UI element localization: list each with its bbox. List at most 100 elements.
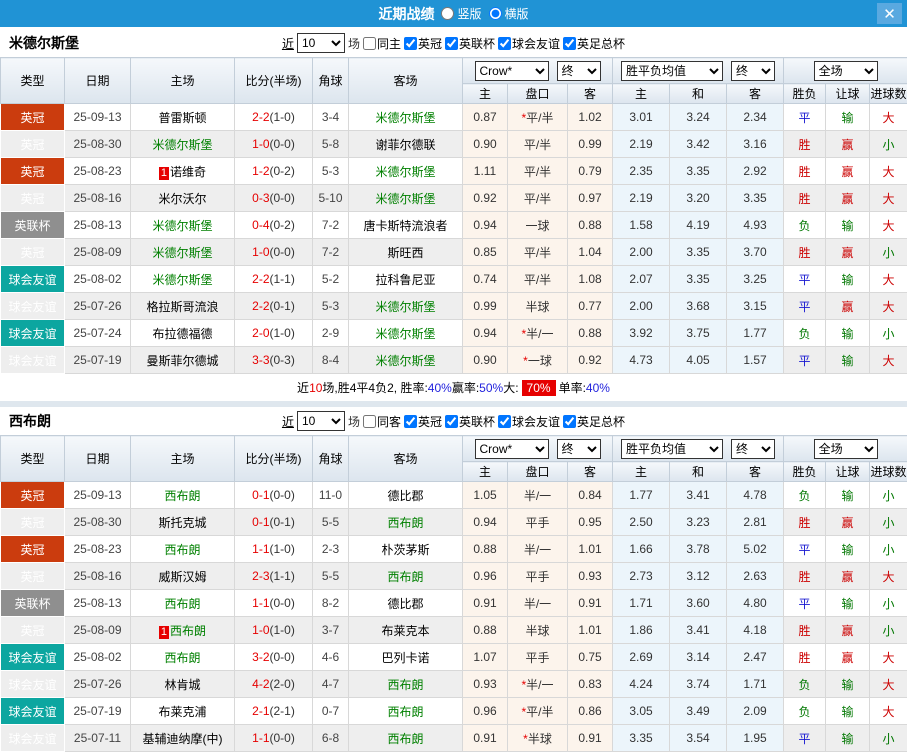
- team1-name: 米德尔斯堡: [9, 33, 79, 53]
- same-away-option[interactable]: 同客: [363, 413, 401, 430]
- match-row: 英冠25-08-231诺维奇1-2(0-2)5-3米德尔斯堡1.11平/半0.7…: [1, 158, 907, 185]
- odds-home: 0.94: [463, 320, 508, 347]
- fullmatch-select[interactable]: 全场: [814, 439, 878, 459]
- avg-away: 3.15: [727, 293, 784, 320]
- match-row: 球会友谊25-07-26林肯城4-2(2-0)4-7西布朗0.93*半/一0.8…: [1, 671, 907, 698]
- match-row: 英冠25-08-23西布朗1-1(1-0)2-3朴茨茅斯0.88半/一1.011…: [1, 536, 907, 563]
- league-cup-option[interactable]: 英联杯: [445, 35, 495, 52]
- odds-final-select[interactable]: 终: [557, 439, 601, 459]
- league-cup-checkbox[interactable]: [445, 415, 458, 428]
- result-outcome: 平: [784, 347, 826, 374]
- league-cup-checkbox[interactable]: [445, 37, 458, 50]
- away-team: 米德尔斯堡: [349, 104, 463, 131]
- vertical-layout-option[interactable]: 竖版: [441, 5, 481, 22]
- match-count-select[interactable]: 10: [297, 411, 345, 431]
- home-team: 格拉斯哥流浪: [131, 293, 235, 320]
- match-count-select[interactable]: 10: [297, 33, 345, 53]
- friendly-checkbox[interactable]: [498, 415, 511, 428]
- league-championship-option[interactable]: 英冠: [404, 413, 442, 430]
- home-team: 普雷斯顿: [131, 104, 235, 131]
- goals-result: 大: [870, 563, 907, 590]
- league-badge: 英冠: [1, 617, 65, 644]
- match-date: 25-08-13: [65, 590, 131, 617]
- league-badge: 英冠: [1, 509, 65, 536]
- same-home-option[interactable]: 同主: [363, 35, 401, 52]
- fullmatch-select[interactable]: 全场: [814, 61, 878, 81]
- odds-away: 0.88: [568, 320, 613, 347]
- avg-type-select[interactable]: 胜平负均值: [621, 439, 723, 459]
- avg-draw: 3.20: [670, 185, 727, 212]
- league-cup-option[interactable]: 英联杯: [445, 413, 495, 430]
- same-away-checkbox[interactable]: [363, 415, 376, 428]
- avg-home: 1.77: [613, 482, 670, 509]
- home-team: 林肯城: [131, 671, 235, 698]
- away-team: 西布朗: [349, 725, 463, 752]
- col-score: 比分(半场): [235, 436, 313, 482]
- away-team: 西布朗: [349, 509, 463, 536]
- avg-type-select[interactable]: 胜平负均值: [621, 61, 723, 81]
- friendly-checkbox[interactable]: [498, 37, 511, 50]
- away-team: 米德尔斯堡: [349, 185, 463, 212]
- odds-away: 0.95: [568, 509, 613, 536]
- match-row: 球会友谊25-07-19布莱克浦2-1(2-1)0-7西布朗0.96*平/半0.…: [1, 698, 907, 725]
- league-badge: 英冠: [1, 185, 65, 212]
- odds-provider-select[interactable]: Crow*: [475, 439, 549, 459]
- odds-away: 0.93: [568, 563, 613, 590]
- match-row: 球会友谊25-08-02米德尔斯堡2-2(1-1)5-2拉科鲁尼亚0.74平/半…: [1, 266, 907, 293]
- fa-cup-option[interactable]: 英足总杯: [563, 35, 625, 52]
- odds-home: 0.96: [463, 563, 508, 590]
- league-badge: 英冠: [1, 536, 65, 563]
- league-championship-checkbox[interactable]: [404, 37, 417, 50]
- avg-home: 3.01: [613, 104, 670, 131]
- avg-draw: 3.54: [670, 725, 727, 752]
- corner-score: 5-2: [313, 266, 349, 293]
- away-team: 米德尔斯堡: [349, 320, 463, 347]
- odds-away: 0.91: [568, 725, 613, 752]
- match-row: 球会友谊25-07-26格拉斯哥流浪2-2(0-1)5-3米德尔斯堡0.99半球…: [1, 293, 907, 320]
- near-link[interactable]: 近: [282, 413, 294, 430]
- handicap-result: 输: [826, 698, 870, 725]
- odds-home: 0.88: [463, 536, 508, 563]
- avg-final-select[interactable]: 终: [731, 61, 775, 81]
- fa-cup-label: 英足总杯: [577, 413, 625, 430]
- horizontal-layout-option[interactable]: 横版: [489, 5, 529, 22]
- handicap-result: 赢: [826, 617, 870, 644]
- match-row: 英冠25-09-13西布朗0-1(0-0)11-0德比郡1.05半/一0.841…: [1, 482, 907, 509]
- odds-home: 0.90: [463, 131, 508, 158]
- same-home-checkbox[interactable]: [363, 37, 376, 50]
- match-date: 25-08-30: [65, 131, 131, 158]
- friendly-option[interactable]: 球会友谊: [498, 413, 560, 430]
- friendly-label: 球会友谊: [512, 413, 560, 430]
- score-halftime: 1-1(0-0): [235, 590, 313, 617]
- avg-away: 4.93: [727, 212, 784, 239]
- avg-home: 1.66: [613, 536, 670, 563]
- friendly-option[interactable]: 球会友谊: [498, 35, 560, 52]
- fa-cup-option[interactable]: 英足总杯: [563, 413, 625, 430]
- match-row: 球会友谊25-07-11基辅迪纳摩(中)1-1(0-0)6-8西布朗0.91*半…: [1, 725, 907, 752]
- avg-draw: 3.49: [670, 698, 727, 725]
- avg-away: 3.16: [727, 131, 784, 158]
- odds-final-select[interactable]: 终: [557, 61, 601, 81]
- handicap: 平/半: [508, 266, 568, 293]
- avg-final-select[interactable]: 终: [731, 439, 775, 459]
- near-link[interactable]: 近: [282, 35, 294, 52]
- odds-away: 0.99: [568, 131, 613, 158]
- close-button[interactable]: ✕: [877, 3, 902, 24]
- horizontal-layout-radio[interactable]: [489, 7, 502, 20]
- corner-score: 5-5: [313, 509, 349, 536]
- sub-avg-draw: 和: [670, 84, 727, 104]
- league-championship-checkbox[interactable]: [404, 415, 417, 428]
- fa-cup-checkbox[interactable]: [563, 37, 576, 50]
- league-badge: 英冠: [1, 158, 65, 185]
- odds-away: 1.08: [568, 266, 613, 293]
- fa-cup-checkbox[interactable]: [563, 415, 576, 428]
- league-championship-option[interactable]: 英冠: [404, 35, 442, 52]
- vertical-layout-radio[interactable]: [441, 7, 454, 20]
- odds-provider-select[interactable]: Crow*: [475, 61, 549, 81]
- league-badge: 球会友谊: [1, 320, 65, 347]
- match-row: 英冠25-08-16米尔沃尔0-3(0-0)5-10米德尔斯堡0.92平/半0.…: [1, 185, 907, 212]
- result-outcome: 负: [784, 671, 826, 698]
- result-outcome: 胜: [784, 185, 826, 212]
- match-date: 25-07-19: [65, 698, 131, 725]
- handicap-result: 输: [826, 212, 870, 239]
